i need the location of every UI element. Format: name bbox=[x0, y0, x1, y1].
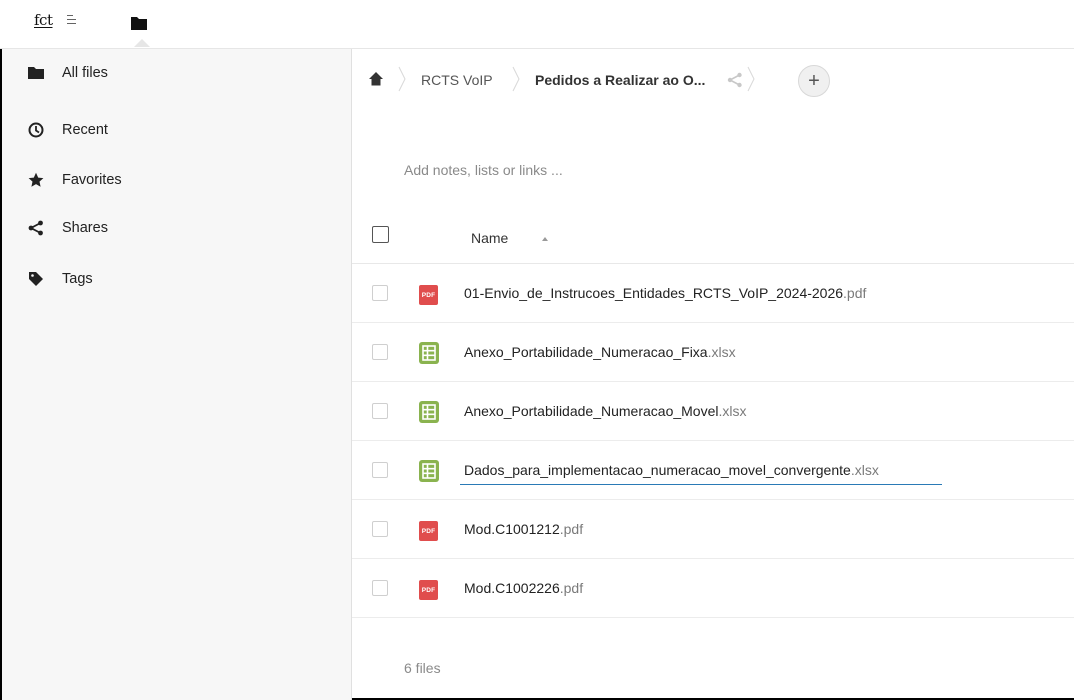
row-checkbox[interactable] bbox=[372, 580, 388, 596]
file-basename: Anexo_Portabilidade_Numeracao_Fixa bbox=[464, 344, 708, 360]
sidebar: All files Recent Favorites Shares Tags bbox=[2, 49, 352, 700]
file-table-header: Name bbox=[352, 215, 1074, 264]
file-extension: .pdf bbox=[559, 580, 584, 596]
plus-icon: + bbox=[808, 70, 820, 92]
file-name[interactable]: Anexo_Portabilidade_Numeracao_Movel.xlsx bbox=[464, 403, 747, 419]
file-extension: .pdf bbox=[559, 521, 584, 537]
file-extension: .xlsx bbox=[718, 403, 747, 419]
row-checkbox[interactable] bbox=[372, 344, 388, 360]
sidebar-item-label: Shares bbox=[62, 220, 108, 236]
file-basename: Mod.C1001212 bbox=[464, 521, 560, 537]
sidebar-item-shares[interactable]: Shares bbox=[2, 204, 351, 252]
sort-ascending-icon bbox=[542, 237, 548, 241]
breadcrumb-separator bbox=[398, 66, 406, 92]
breadcrumb-separator bbox=[512, 66, 520, 92]
spreadsheet-icon bbox=[419, 401, 439, 423]
share-icon[interactable] bbox=[727, 72, 743, 88]
table-row[interactable]: Dados_para_implementacao_numeracao_movel… bbox=[352, 441, 1074, 500]
breadcrumb-item-rcts-voip[interactable]: RCTS VoIP bbox=[421, 72, 493, 88]
sidebar-item-label: Favorites bbox=[62, 172, 122, 188]
pdf-icon: PDF bbox=[419, 285, 438, 305]
file-basename: Mod.C1002226 bbox=[464, 580, 560, 596]
table-row[interactable]: PDF 01-Envio_de_Instrucoes_Entidades_RCT… bbox=[352, 264, 1074, 323]
breadcrumb-separator bbox=[747, 66, 755, 92]
file-name[interactable]: Mod.C1001212.pdf bbox=[464, 521, 583, 537]
sidebar-item-favorites[interactable]: Favorites bbox=[2, 156, 351, 204]
file-extension: .pdf bbox=[843, 285, 867, 301]
row-checkbox[interactable] bbox=[372, 462, 388, 478]
clock-icon bbox=[27, 121, 45, 139]
sidebar-item-label: All files bbox=[62, 65, 108, 81]
logo-subtext: ▬▬ ▬▬▬ ▬▬▬ bbox=[67, 13, 76, 25]
main-content: RCTS VoIP Pedidos a Realizar ao O... + A… bbox=[352, 49, 1074, 700]
file-name[interactable]: Anexo_Portabilidade_Numeracao_Fixa.xlsx bbox=[464, 344, 736, 360]
file-name[interactable]: Dados_para_implementacao_numeracao_movel… bbox=[464, 462, 879, 478]
share-icon bbox=[27, 219, 45, 237]
pdf-icon: PDF bbox=[419, 521, 438, 541]
row-checkbox[interactable] bbox=[372, 521, 388, 537]
focus-underline bbox=[460, 484, 942, 485]
pdf-icon: PDF bbox=[419, 580, 438, 600]
top-header: fct ▬▬ ▬▬▬ ▬▬▬ bbox=[0, 0, 1074, 49]
table-row[interactable]: PDF Mod.C1002226.pdf bbox=[352, 559, 1074, 618]
file-basename: 01-Envio_de_Instrucoes_Entidades_RCTS_Vo… bbox=[464, 285, 844, 301]
sidebar-item-all-files[interactable]: All files bbox=[2, 49, 351, 97]
home-icon[interactable] bbox=[368, 71, 384, 87]
file-extension: .xlsx bbox=[850, 462, 879, 478]
star-icon bbox=[27, 171, 45, 189]
select-all-checkbox[interactable] bbox=[372, 226, 389, 243]
name-column-header[interactable]: Name bbox=[471, 230, 508, 246]
table-row[interactable]: PDF Mod.C1001212.pdf bbox=[352, 500, 1074, 559]
file-name[interactable]: 01-Envio_de_Instrucoes_Entidades_RCTS_Vo… bbox=[464, 285, 866, 301]
spreadsheet-icon bbox=[419, 342, 439, 364]
tag-icon bbox=[27, 270, 45, 288]
table-row[interactable]: Anexo_Portabilidade_Numeracao_Movel.xlsx bbox=[352, 382, 1074, 441]
breadcrumb-item-current[interactable]: Pedidos a Realizar ao O... bbox=[535, 72, 705, 88]
file-basename: Dados_para_implementacao_numeracao_movel… bbox=[464, 462, 851, 478]
file-name[interactable]: Mod.C1002226.pdf bbox=[464, 580, 583, 596]
active-app-indicator bbox=[134, 39, 150, 47]
sidebar-item-tags[interactable]: Tags bbox=[2, 255, 351, 303]
new-button[interactable]: + bbox=[798, 65, 830, 97]
file-extension: .xlsx bbox=[707, 344, 736, 360]
fct-logo[interactable]: fct ▬▬ ▬▬▬ ▬▬▬ bbox=[34, 12, 100, 34]
file-basename: Anexo_Portabilidade_Numeracao_Movel bbox=[464, 403, 719, 419]
table-row[interactable]: Anexo_Portabilidade_Numeracao_Fixa.xlsx bbox=[352, 323, 1074, 382]
rich-workspace-notes[interactable]: Add notes, lists or links ... bbox=[404, 162, 563, 178]
sidebar-item-label: Recent bbox=[62, 122, 108, 138]
spreadsheet-icon bbox=[419, 460, 439, 482]
logo-text: fct bbox=[34, 11, 53, 29]
row-checkbox[interactable] bbox=[372, 403, 388, 419]
breadcrumb: RCTS VoIP Pedidos a Realizar ao O... + bbox=[352, 49, 1074, 113]
row-checkbox[interactable] bbox=[372, 285, 388, 301]
sidebar-item-recent[interactable]: Recent bbox=[2, 106, 351, 154]
sidebar-item-label: Tags bbox=[62, 271, 93, 287]
files-app-folder-icon[interactable] bbox=[130, 14, 148, 32]
folder-icon bbox=[27, 64, 45, 82]
file-count-summary: 6 files bbox=[404, 660, 441, 676]
